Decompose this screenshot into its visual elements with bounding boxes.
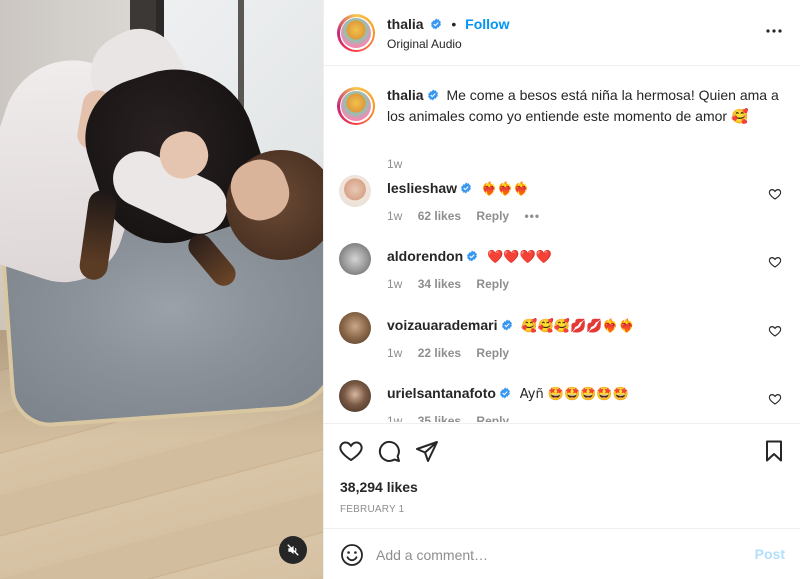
comment-likes[interactable]: 62 likes	[418, 209, 461, 223]
verified-badge-icon	[461, 182, 471, 194]
comment-time[interactable]: 1w	[387, 346, 402, 360]
avatar-leslieshaw[interactable]	[339, 175, 371, 207]
comment-input[interactable]	[376, 543, 736, 567]
comment-like-heart-icon[interactable]	[768, 324, 782, 338]
post-panel: thalia • Follow Original Audio thalia Me…	[323, 0, 800, 579]
verified-badge-icon	[427, 89, 438, 101]
share-icon[interactable]	[415, 439, 439, 463]
avatar-aldorendon[interactable]	[339, 243, 371, 275]
heart-icon[interactable]	[339, 439, 363, 463]
post-media-video[interactable]	[0, 0, 323, 579]
verified-badge-icon	[501, 319, 512, 331]
comment-reply-button[interactable]: Reply	[476, 414, 509, 422]
avatar-voizauarademari[interactable]	[339, 312, 371, 344]
comment-line: leslieshaw ❤️‍🔥❤️‍🔥❤️‍🔥	[387, 179, 530, 199]
post-comment-button[interactable]: Post	[755, 546, 785, 562]
comment-username[interactable]: urielsantanafoto	[387, 385, 496, 401]
verified-badge-icon	[431, 18, 442, 30]
comment-text: 🥰🥰🥰💋💋❤️‍🔥❤️‍🔥	[521, 319, 635, 334]
caption-text: Me come a besos está niña la hermosa! Qu…	[387, 87, 779, 124]
caption-username[interactable]: thalia	[387, 87, 424, 103]
comment-meta: 1w 34 likes Reply	[387, 277, 521, 291]
comment-time[interactable]: 1w	[387, 209, 402, 223]
caption-avatar[interactable]	[337, 87, 375, 125]
more-options-button[interactable]	[765, 22, 783, 40]
follow-button[interactable]: Follow	[465, 16, 509, 32]
more-options-icon	[766, 29, 782, 33]
verified-badge-icon	[499, 387, 510, 399]
author-avatar-image	[341, 18, 371, 48]
comment-item: voizauarademari 🥰🥰🥰💋💋❤️‍🔥❤️‍🔥 1w 22 like…	[339, 310, 794, 366]
comment-item: leslieshaw ❤️‍🔥❤️‍🔥❤️‍🔥 1w 62 likes Repl…	[339, 173, 794, 229]
comment-like-heart-icon[interactable]	[768, 187, 782, 201]
caption-avatar-image	[341, 91, 371, 121]
comment-line: urielsantanafoto Ayñ 🤩🤩🤩🤩🤩	[387, 384, 629, 404]
comment-likes[interactable]: 35 likes	[418, 414, 461, 422]
comment-username[interactable]: aldorendon	[387, 248, 463, 264]
comment-line: aldorendon ❤️❤️❤️❤️	[387, 247, 552, 267]
comments-list[interactable]: thalia Me come a besos está niña la herm…	[324, 67, 800, 422]
post-actions: 38,294 likes FEBRUARY 1	[324, 423, 800, 528]
header-separator: •	[451, 16, 457, 32]
comment-time[interactable]: 1w	[387, 277, 402, 291]
comment-likes[interactable]: 22 likes	[418, 346, 461, 360]
comment-icon[interactable]	[377, 439, 401, 463]
comment-text: Ayñ 🤩🤩🤩🤩🤩	[519, 387, 629, 402]
comment-like-heart-icon[interactable]	[768, 392, 782, 406]
verified-badge-icon	[467, 250, 478, 262]
comment-more-button[interactable]: •••	[524, 209, 540, 223]
comment-composer: Post	[324, 528, 800, 579]
comment-like-heart-icon[interactable]	[768, 255, 782, 269]
comment-meta: 1w 62 likes Reply •••	[387, 209, 552, 223]
post-date[interactable]: FEBRUARY 1	[340, 504, 404, 515]
caption-body: thalia Me come a besos está niña la herm…	[387, 85, 787, 127]
comment-reply-button[interactable]: Reply	[476, 277, 509, 291]
comment-username[interactable]: leslieshaw	[387, 180, 457, 196]
comment-username[interactable]: voizauarademari	[387, 317, 498, 333]
comment-item: aldorendon ❤️❤️❤️❤️ 1w 34 likes Reply	[339, 241, 794, 297]
author-avatar[interactable]	[337, 14, 375, 52]
bookmark-icon[interactable]	[762, 439, 786, 463]
mute-icon	[287, 544, 299, 556]
post-header: thalia • Follow Original Audio	[324, 0, 800, 66]
author-line: thalia • Follow	[387, 16, 509, 32]
comment-reply-button[interactable]: Reply	[476, 209, 509, 223]
emoji-icon[interactable]	[340, 543, 364, 567]
mute-button[interactable]	[279, 536, 307, 564]
avatar-urielsantanafoto[interactable]	[339, 380, 371, 412]
comment-line: voizauarademari 🥰🥰🥰💋💋❤️‍🔥❤️‍🔥	[387, 316, 635, 336]
caption-timestamp[interactable]: 1w	[387, 157, 402, 171]
likes-count[interactable]: 38,294 likes	[340, 479, 418, 495]
author-username[interactable]: thalia	[387, 16, 424, 32]
comment-item: urielsantanafoto Ayñ 🤩🤩🤩🤩🤩 1w 35 likes R…	[339, 378, 794, 422]
comment-text: ❤️‍🔥❤️‍🔥❤️‍🔥	[480, 182, 530, 197]
comment-likes[interactable]: 34 likes	[418, 277, 461, 291]
comment-meta: 1w 35 likes Reply	[387, 414, 521, 422]
audio-label[interactable]: Original Audio	[387, 37, 462, 51]
comment-time[interactable]: 1w	[387, 414, 402, 422]
comment-meta: 1w 22 likes Reply	[387, 346, 521, 360]
comment-reply-button[interactable]: Reply	[476, 346, 509, 360]
comment-text: ❤️❤️❤️❤️	[487, 250, 552, 265]
